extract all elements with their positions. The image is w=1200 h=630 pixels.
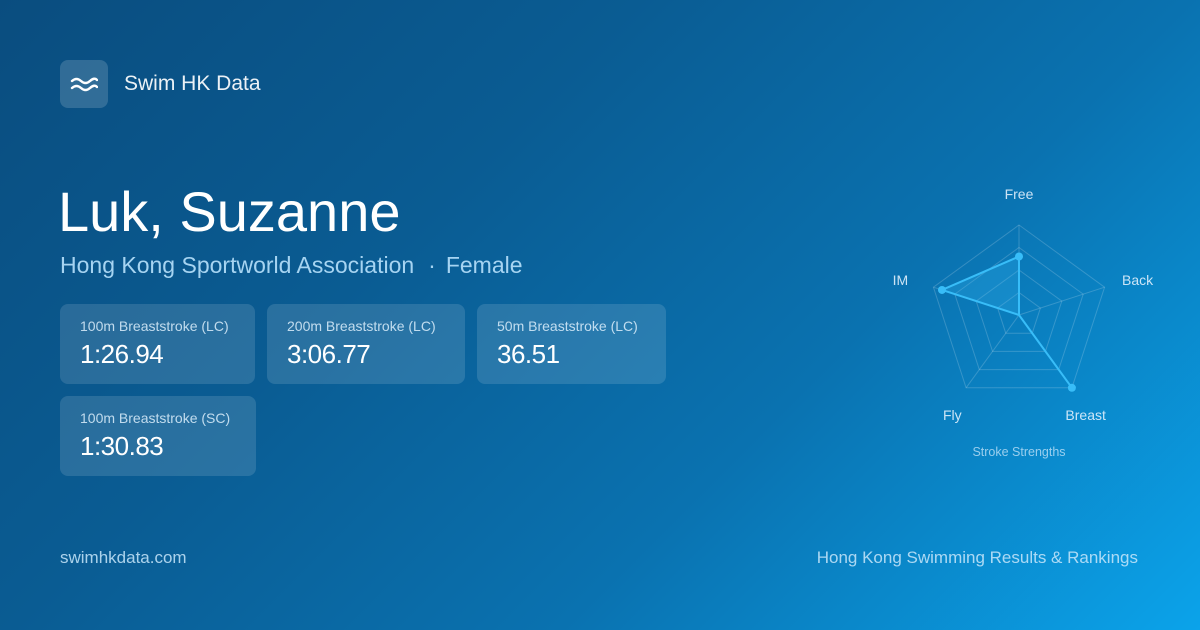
best-time-card: 200m Breaststroke (LC) 3:06.77	[267, 304, 465, 384]
radar-label-breast: Breast	[1065, 407, 1106, 423]
wave-icon	[60, 60, 108, 108]
event-time: 1:26.94	[80, 339, 164, 369]
radar-point-breast	[1067, 383, 1076, 392]
gender: Female	[445, 252, 523, 278]
stroke-radar-chart: Free Back Breast Fly IM Stroke Strengths	[893, 186, 1155, 459]
best-time-card: 100m Breaststroke (LC) 1:26.94	[60, 304, 255, 384]
event-label: 50m Breaststroke (LC)	[497, 318, 638, 334]
radar-point-free	[1015, 252, 1023, 261]
separator-dot: ·	[428, 252, 436, 278]
brand: Swim HK Data	[60, 60, 261, 108]
event-time: 1:30.83	[80, 431, 164, 461]
radar-label-fly: Fly	[943, 407, 962, 423]
footer-domain: swimhkdata.com	[60, 548, 187, 567]
radar-label-free: Free	[1005, 186, 1034, 202]
radar-axis-line	[1018, 286, 1105, 316]
event-time: 3:06.77	[287, 339, 371, 369]
radar-label-back: Back	[1122, 272, 1154, 288]
swimmer-subtitle: Hong Kong Sportworld Association · Female	[60, 251, 523, 279]
radar-point-im	[937, 285, 946, 294]
event-label: 200m Breaststroke (LC)	[287, 318, 436, 334]
footer-tagline: Hong Kong Swimming Results & Rankings	[816, 548, 1138, 567]
best-time-card: 50m Breaststroke (LC) 36.51	[477, 304, 666, 384]
brand-name: Swim HK Data	[124, 72, 261, 95]
swimmer-name: Luk, Suzanne	[58, 180, 401, 243]
event-time: 36.51	[497, 339, 560, 369]
club-name: Hong Kong Sportworld Association	[60, 252, 415, 278]
event-label: 100m Breaststroke (SC)	[80, 410, 231, 426]
radar-label-im: IM	[893, 272, 909, 288]
chart-title: Stroke Strengths	[972, 445, 1065, 459]
radar-data-area	[940, 255, 1073, 389]
best-time-card: 100m Breaststroke (SC) 1:30.83	[60, 396, 256, 476]
event-label: 100m Breaststroke (LC)	[80, 318, 229, 334]
